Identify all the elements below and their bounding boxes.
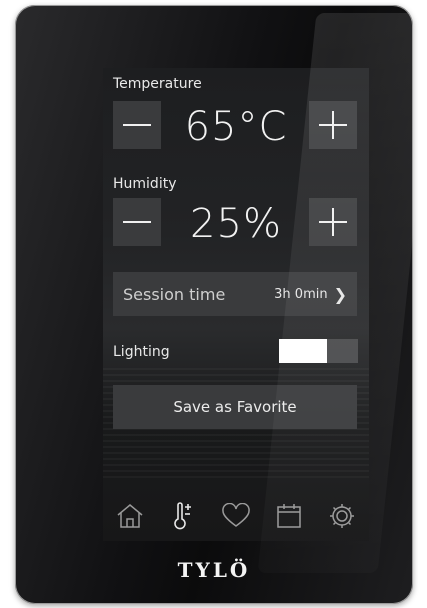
humidity-decrease-button[interactable]	[113, 198, 161, 246]
minus-icon	[123, 124, 151, 126]
humidity-increase-button[interactable]	[309, 198, 357, 246]
lighting-label: Lighting	[113, 344, 170, 360]
humidity-label: Humidity	[113, 176, 177, 192]
minus-icon	[123, 221, 151, 223]
session-time-value: 3h 0min	[274, 286, 328, 302]
bottom-nav	[103, 491, 369, 541]
temperature-increase-button[interactable]	[309, 101, 357, 149]
humidity-value: 25%	[190, 201, 282, 247]
gear-icon[interactable]	[325, 499, 359, 533]
temperature-label: Temperature	[113, 76, 202, 92]
toggle-knob	[279, 339, 327, 363]
brand-logo: TYLÖ	[177, 558, 251, 582]
session-time-row[interactable]: Session time 3h 0min ❯	[113, 272, 357, 316]
device-frame: Temperature 65°C Humidity 25% Session ti…	[15, 5, 413, 604]
plus-icon	[319, 208, 347, 236]
session-time-label: Session time	[123, 284, 226, 304]
lighting-toggle[interactable]	[279, 339, 358, 363]
save-as-favorite-button[interactable]: Save as Favorite	[113, 385, 357, 429]
thermometer-plus-icon[interactable]	[166, 499, 200, 533]
temperature-decrease-button[interactable]	[113, 101, 161, 149]
heart-icon[interactable]	[219, 499, 253, 533]
touch-screen: Temperature 65°C Humidity 25% Session ti…	[103, 68, 369, 541]
home-icon[interactable]	[113, 499, 147, 533]
calendar-icon[interactable]	[272, 499, 306, 533]
plus-icon	[319, 111, 347, 139]
chevron-right-icon: ❯	[333, 284, 347, 304]
temperature-value: 65°C	[184, 104, 288, 150]
